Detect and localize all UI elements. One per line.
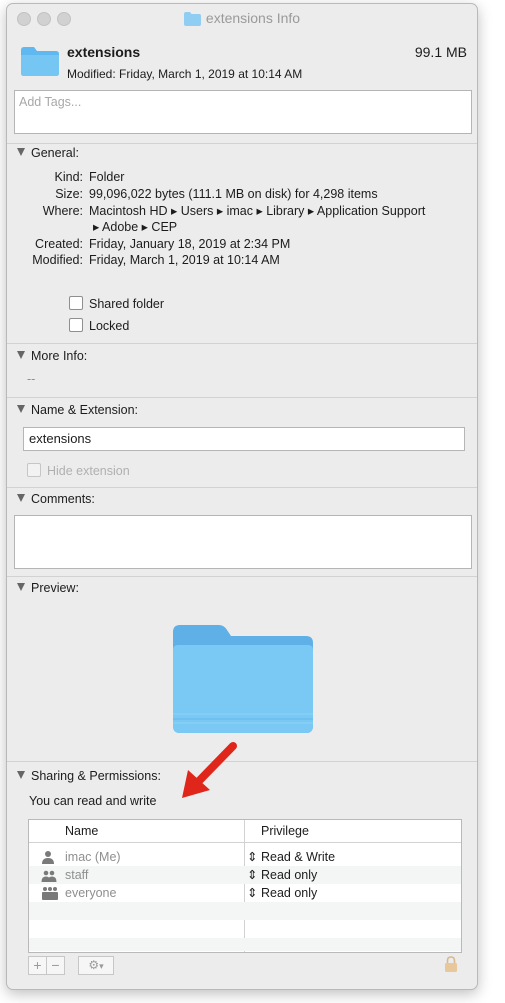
folder-preview-icon [171, 622, 315, 740]
sharing-permissions-section-toggle[interactable]: Sharing & Permissions: [17, 769, 161, 783]
preview-section-toggle[interactable]: Preview: [17, 581, 79, 595]
table-row-empty [29, 902, 461, 920]
disclosure-triangle-icon [17, 148, 25, 156]
checkbox-icon [27, 463, 41, 477]
disclosure-triangle-icon [17, 494, 25, 502]
action-menu-button[interactable]: ⚙▾ [78, 956, 114, 975]
updown-arrows-icon: ⇕ [247, 868, 258, 882]
disclosure-triangle-icon [17, 583, 25, 591]
updown-arrows-icon: ⇕ [247, 886, 258, 900]
comments-textarea[interactable] [14, 515, 472, 569]
permissions-table-header: Name Privilege [29, 820, 461, 843]
more-info-value: -- [27, 372, 36, 386]
folder-icon [183, 12, 201, 29]
table-row-empty [29, 938, 461, 951]
window-title: extensions Info [7, 10, 477, 29]
name-extension-section-toggle[interactable]: Name & Extension: [17, 403, 138, 417]
permissions-table: Name Privilege imac (Me) ⇕ Read & Write … [28, 819, 462, 953]
tags-input[interactable]: Add Tags... [14, 90, 472, 134]
disclosure-triangle-icon [17, 351, 25, 359]
lock-icon[interactable] [444, 956, 458, 975]
privilege-selector[interactable]: ⇕ Read & Write [247, 848, 335, 866]
locked-checkbox[interactable]: Locked [69, 318, 129, 333]
privilege-selector[interactable]: ⇕ Read only [247, 884, 317, 902]
annotation-arrow-icon [182, 742, 237, 798]
modified-date: Modified: Friday, March 1, 2019 at 10:14… [67, 67, 303, 81]
privilege-selector[interactable]: ⇕ Read only [247, 866, 317, 884]
disclosure-triangle-icon [17, 771, 25, 779]
permission-summary: You can read and write [29, 794, 157, 808]
checkbox-icon [69, 296, 83, 310]
column-header-privilege[interactable]: Privilege [261, 824, 309, 838]
table-row[interactable]: imac (Me) ⇕ Read & Write [29, 848, 461, 866]
file-name: extensions [67, 44, 141, 60]
gear-icon: ⚙ [88, 958, 100, 972]
folder-icon [21, 46, 59, 79]
add-user-button[interactable]: + [28, 956, 47, 975]
hide-extension-checkbox[interactable]: Hide extension [27, 463, 130, 478]
chevron-down-icon: ▾ [99, 961, 104, 971]
more-info-section-toggle[interactable]: More Info: [17, 349, 87, 363]
checkbox-icon [69, 318, 83, 332]
updown-arrows-icon: ⇕ [247, 850, 258, 864]
column-header-name[interactable]: Name [65, 824, 98, 838]
file-size: 99.1 MB [414, 44, 467, 60]
info-window: extensions Info extensions 99.1 MB Modif… [6, 3, 478, 990]
title-bar: extensions Info [7, 4, 477, 32]
general-section-toggle[interactable]: General: [17, 146, 79, 160]
table-row[interactable]: everyone ⇕ Read only [29, 884, 461, 902]
name-input[interactable]: extensions [23, 427, 465, 451]
comments-section-toggle[interactable]: Comments: [17, 492, 95, 506]
remove-user-button[interactable]: − [46, 956, 65, 975]
table-row[interactable]: staff ⇕ Read only [29, 866, 461, 884]
shared-folder-checkbox[interactable]: Shared folder [69, 296, 164, 311]
disclosure-triangle-icon [17, 405, 25, 413]
